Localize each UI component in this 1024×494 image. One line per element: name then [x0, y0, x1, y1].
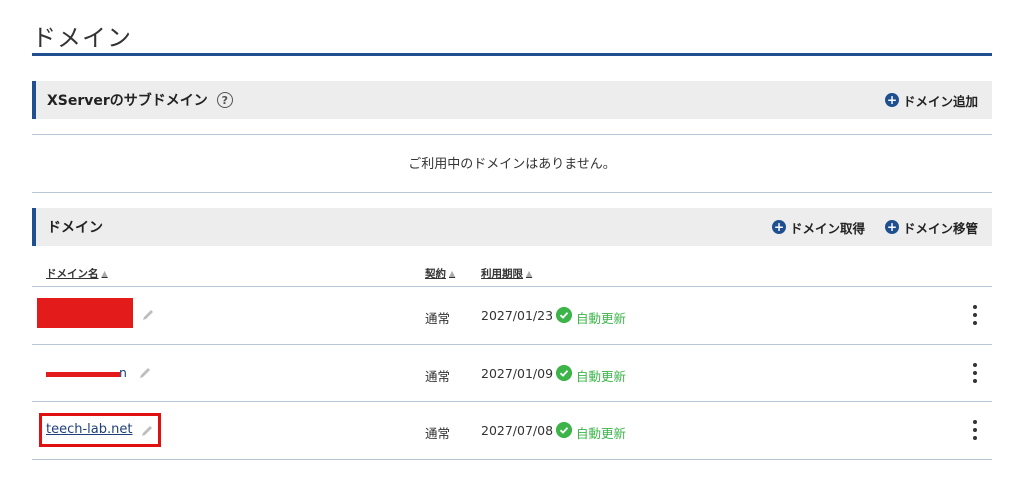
expiry-date: 2027/01/09	[481, 366, 554, 381]
kebab-menu-icon[interactable]	[971, 420, 979, 440]
redacted-domain-name	[46, 372, 120, 377]
column-header-expiry-label: 利用期限	[481, 268, 523, 280]
sort-icon: ▲	[101, 269, 108, 278]
divider	[32, 192, 992, 193]
plus-circle-icon: +	[771, 220, 786, 234]
contract-type: 通常	[425, 426, 451, 441]
divider	[32, 344, 992, 345]
subdomain-section-header: XServerのサブドメイン ? + ドメイン追加	[32, 81, 992, 119]
column-header-contract-label: 契約	[425, 268, 446, 280]
empty-subdomain-message: ご利用中のドメインはありません。	[408, 157, 616, 172]
contract-type: 通常	[425, 311, 451, 326]
divider	[32, 134, 992, 135]
pencil-icon[interactable]	[140, 424, 154, 438]
question-circle-icon[interactable]: ?	[216, 92, 233, 108]
page-title: ドメイン	[32, 24, 132, 52]
pencil-icon[interactable]	[138, 366, 152, 380]
divider	[32, 286, 992, 287]
sort-icon: ▲	[449, 269, 456, 278]
transfer-domain-button[interactable]: + ドメイン移管	[884, 218, 978, 237]
domain-name-link[interactable]: teech-lab.net	[46, 422, 132, 437]
title-divider	[32, 53, 992, 56]
kebab-menu-icon[interactable]	[971, 305, 979, 325]
column-header-domain-name-label: ドメイン名	[46, 268, 99, 280]
divider	[32, 459, 992, 460]
expiry-date: 2027/07/08	[481, 423, 554, 438]
domain-section-title: ドメイン	[47, 220, 103, 236]
add-domain-label: ドメイン追加	[902, 93, 978, 109]
plus-circle-icon: +	[884, 93, 899, 107]
check-circle-icon	[556, 307, 572, 323]
domain-section-header: ドメイン + ドメイン取得 + ドメイン移管	[32, 208, 992, 246]
check-circle-icon	[556, 365, 572, 381]
redacted-domain-name	[37, 298, 133, 328]
divider	[32, 401, 992, 402]
column-header-domain-name[interactable]: ドメイン名 ▲	[46, 266, 108, 281]
subdomain-section-title: XServerのサブドメイン	[47, 93, 208, 109]
acquire-domain-button[interactable]: + ドメイン取得	[771, 218, 865, 237]
transfer-domain-label: ドメイン移管	[902, 220, 978, 236]
kebab-menu-icon[interactable]	[971, 363, 979, 383]
sort-icon: ▲	[526, 269, 533, 278]
contract-type: 通常	[425, 369, 451, 384]
auto-renew-status: 自動更新	[576, 311, 627, 326]
pencil-icon[interactable]	[141, 308, 155, 322]
column-header-expiry[interactable]: 利用期限 ▲	[481, 266, 532, 281]
plus-circle-icon: +	[884, 220, 899, 234]
acquire-domain-label: ドメイン取得	[789, 220, 865, 236]
check-circle-icon	[556, 422, 572, 438]
auto-renew-status: 自動更新	[576, 369, 627, 384]
auto-renew-status: 自動更新	[576, 426, 627, 441]
column-header-contract[interactable]: 契約 ▲	[425, 266, 455, 281]
add-domain-button[interactable]: + ドメイン追加	[884, 91, 978, 110]
domain-name-fragment[interactable]: n	[119, 365, 127, 380]
expiry-date: 2027/01/23	[481, 308, 554, 323]
